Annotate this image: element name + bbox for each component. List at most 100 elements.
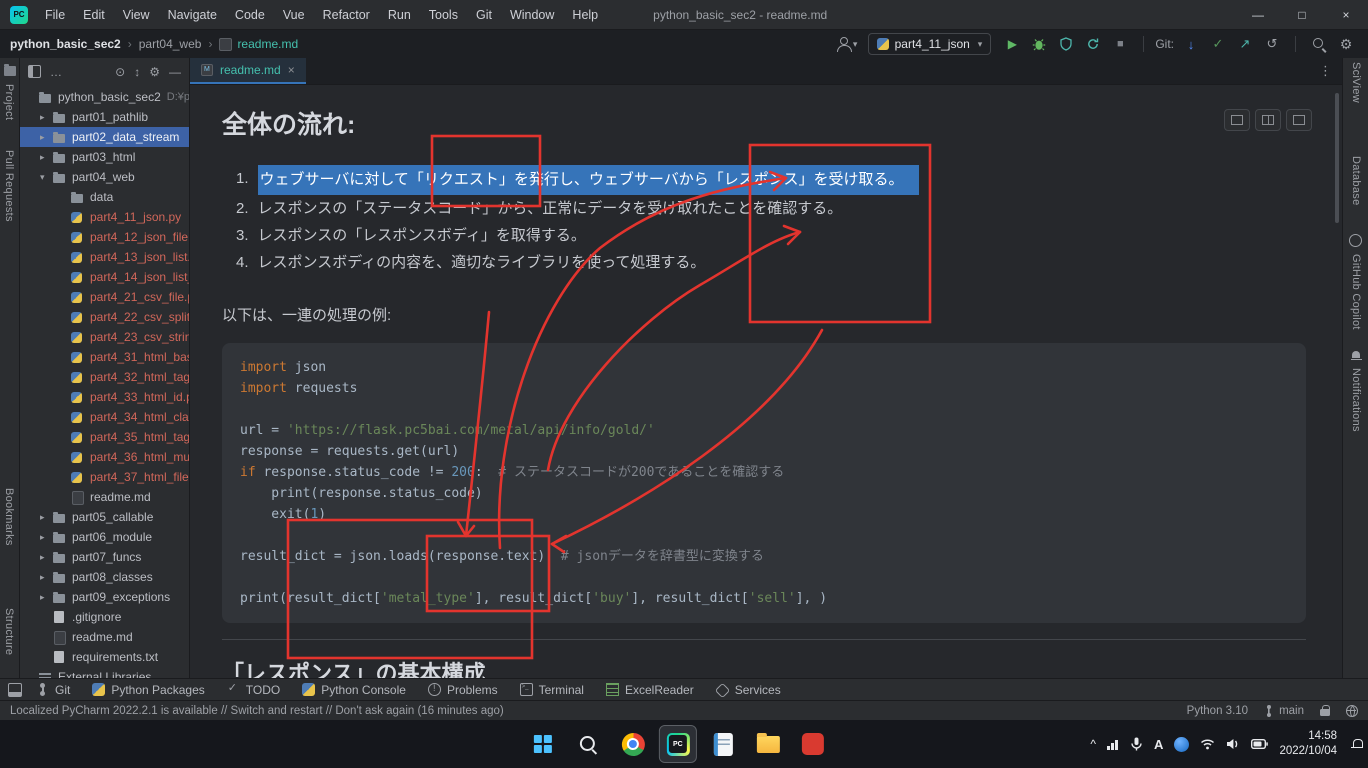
status-message[interactable]: Localized PyCharm 2022.2.1 is available … bbox=[10, 705, 504, 717]
lock-icon[interactable] bbox=[1320, 705, 1330, 717]
pycharm-app-button[interactable]: PC bbox=[660, 726, 696, 762]
stop-button[interactable]: ■ bbox=[1108, 32, 1132, 56]
breadcrumb-item[interactable]: part04_web › bbox=[139, 37, 220, 51]
red-app-button[interactable] bbox=[795, 726, 831, 762]
ime-mode-indicator[interactable]: A bbox=[1154, 737, 1163, 752]
tree-item[interactable]: ▸ part08_classes bbox=[20, 567, 189, 587]
git-push-button[interactable]: ↗ bbox=[1233, 32, 1257, 56]
stripe-github-copilot[interactable]: GitHub Copilot bbox=[1350, 254, 1362, 330]
toolwindow-button[interactable]: Python Packages bbox=[92, 683, 204, 697]
toolwindow-quick-access-icon[interactable] bbox=[8, 683, 22, 697]
project-view-icon[interactable] bbox=[28, 65, 41, 78]
git-branch-widget[interactable]: main bbox=[1264, 705, 1304, 717]
tree-item[interactable]: ▸ part03_html bbox=[20, 147, 189, 167]
run-button[interactable]: ▶ bbox=[1000, 32, 1024, 56]
chevron-icon[interactable]: ▸ bbox=[40, 152, 52, 163]
notification-center-icon[interactable] bbox=[1350, 738, 1363, 751]
preview-only-button[interactable] bbox=[1286, 109, 1312, 131]
panel-settings-icon[interactable]: ⚙ bbox=[149, 65, 160, 79]
project-toolwindow-icon[interactable] bbox=[4, 66, 16, 76]
chevron-icon[interactable]: ▾ bbox=[40, 172, 52, 183]
breadcrumb-label[interactable]: readme.md bbox=[219, 37, 298, 51]
run-with-coverage-button[interactable] bbox=[1054, 32, 1078, 56]
toolwindow-button[interactable]: ExcelReader bbox=[606, 683, 694, 697]
close-button[interactable]: × bbox=[1324, 0, 1368, 29]
tree-item[interactable]: part4_11_json.py bbox=[20, 207, 189, 227]
overflow-menu-icon[interactable]: ⋮ bbox=[1319, 63, 1332, 79]
tree-item[interactable]: readme.md bbox=[20, 627, 189, 647]
toolwindow-button[interactable]: Services bbox=[716, 683, 781, 697]
tree-item[interactable]: ▸ part01_pathlib bbox=[20, 107, 189, 127]
globe-icon[interactable] bbox=[1346, 705, 1358, 717]
tree-item[interactable]: part4_23_csv_string bbox=[20, 327, 189, 347]
toolwindow-button[interactable]: Terminal bbox=[520, 683, 584, 697]
activity-bars-icon[interactable] bbox=[1107, 739, 1119, 750]
menu-item[interactable]: Git bbox=[467, 0, 501, 30]
debug-button[interactable] bbox=[1027, 32, 1051, 56]
menu-item[interactable]: Navigate bbox=[159, 0, 226, 30]
minimize-button[interactable]: — bbox=[1236, 0, 1280, 29]
tree-item[interactable]: part4_14_json_list_f bbox=[20, 267, 189, 287]
battery-icon[interactable] bbox=[1251, 738, 1268, 750]
toolwindow-button[interactable]: Problems bbox=[428, 683, 498, 697]
tree-item[interactable]: part4_36_html_multi bbox=[20, 447, 189, 467]
stripe-structure[interactable]: Structure bbox=[3, 608, 15, 655]
tree-item[interactable]: ▾ part04_web bbox=[20, 167, 189, 187]
tree-item[interactable]: part4_31_html_basic bbox=[20, 347, 189, 367]
menu-item[interactable]: Window bbox=[501, 0, 563, 30]
collapse-all-icon[interactable]: ↕ bbox=[134, 65, 140, 79]
tree-item[interactable]: .gitignore bbox=[20, 607, 189, 627]
search-everywhere-button[interactable] bbox=[1307, 32, 1331, 56]
tree-item[interactable]: part4_33_html_id.py bbox=[20, 387, 189, 407]
stripe-pull-requests[interactable]: Pull Requests bbox=[3, 150, 15, 222]
menu-item[interactable]: Help bbox=[563, 0, 607, 30]
chevron-icon[interactable]: ▸ bbox=[40, 572, 52, 583]
tree-item[interactable]: part4_12_json_file.p bbox=[20, 227, 189, 247]
maximize-button[interactable]: □ bbox=[1280, 0, 1324, 29]
chevron-icon[interactable]: ▸ bbox=[40, 592, 52, 603]
rerun-button[interactable] bbox=[1081, 32, 1105, 56]
start-button[interactable] bbox=[525, 726, 561, 762]
tree-item[interactable]: readme.md bbox=[20, 487, 189, 507]
tree-item[interactable]: ▸ part07_funcs bbox=[20, 547, 189, 567]
breadcrumb-item[interactable]: python_basic_sec2 › bbox=[10, 37, 139, 51]
split-view-button[interactable] bbox=[1255, 109, 1281, 131]
tree-item[interactable]: part4_21_csv_file.py bbox=[20, 287, 189, 307]
tree-item[interactable]: part4_13_json_list.p bbox=[20, 247, 189, 267]
git-history-button[interactable]: ↺ bbox=[1260, 32, 1284, 56]
tree-item[interactable]: ▸ part09_exceptions bbox=[20, 587, 189, 607]
git-update-button[interactable]: ↓ bbox=[1179, 32, 1203, 56]
menu-item[interactable]: Vue bbox=[274, 0, 314, 30]
tree-item[interactable]: part4_32_html_tag.p bbox=[20, 367, 189, 387]
tree-item[interactable]: requirements.txt bbox=[20, 647, 189, 667]
tree-item[interactable]: part4_35_html_tag_a bbox=[20, 427, 189, 447]
taskbar-clock[interactable]: 14:58 2022/10/04 bbox=[1279, 729, 1337, 759]
run-configuration-selector[interactable]: part4_11_json ▾ bbox=[868, 33, 992, 55]
python-interpreter[interactable]: Python 3.10 bbox=[1187, 705, 1248, 717]
menu-item[interactable]: Run bbox=[379, 0, 420, 30]
breadcrumb-label[interactable]: python_basic_sec2 bbox=[10, 37, 121, 51]
menu-item[interactable]: Tools bbox=[420, 0, 467, 30]
chevron-icon[interactable]: ▸ bbox=[40, 552, 52, 563]
chrome-app-button[interactable] bbox=[615, 726, 651, 762]
tree-item[interactable]: ▸ part05_callable bbox=[20, 507, 189, 527]
user-account-button[interactable]: ▾ bbox=[835, 32, 859, 56]
chevron-icon[interactable]: ▸ bbox=[40, 512, 52, 523]
tree-item[interactable]: ▸ part02_data_stream bbox=[20, 127, 189, 147]
notepad-app-button[interactable] bbox=[705, 726, 741, 762]
tree-item[interactable]: data bbox=[20, 187, 189, 207]
tree-item[interactable]: part4_22_csv_split_l bbox=[20, 307, 189, 327]
menu-item[interactable]: Code bbox=[226, 0, 274, 30]
menu-item[interactable]: Edit bbox=[74, 0, 114, 30]
close-icon[interactable]: × bbox=[288, 63, 295, 77]
stripe-bookmarks[interactable]: Bookmarks bbox=[3, 488, 15, 546]
toolwindow-button[interactable]: Python Console bbox=[302, 683, 406, 697]
github-copilot-icon[interactable] bbox=[1349, 234, 1362, 247]
menu-item[interactable]: Refactor bbox=[314, 0, 379, 30]
locate-file-icon[interactable]: ⊙ bbox=[115, 65, 125, 79]
menu-item[interactable]: View bbox=[114, 0, 159, 30]
notifications-bell-icon[interactable] bbox=[1350, 350, 1362, 362]
stripe-notifications[interactable]: Notifications bbox=[1350, 368, 1362, 432]
git-commit-button[interactable]: ✓ bbox=[1206, 32, 1230, 56]
editor-only-button[interactable] bbox=[1224, 109, 1250, 131]
